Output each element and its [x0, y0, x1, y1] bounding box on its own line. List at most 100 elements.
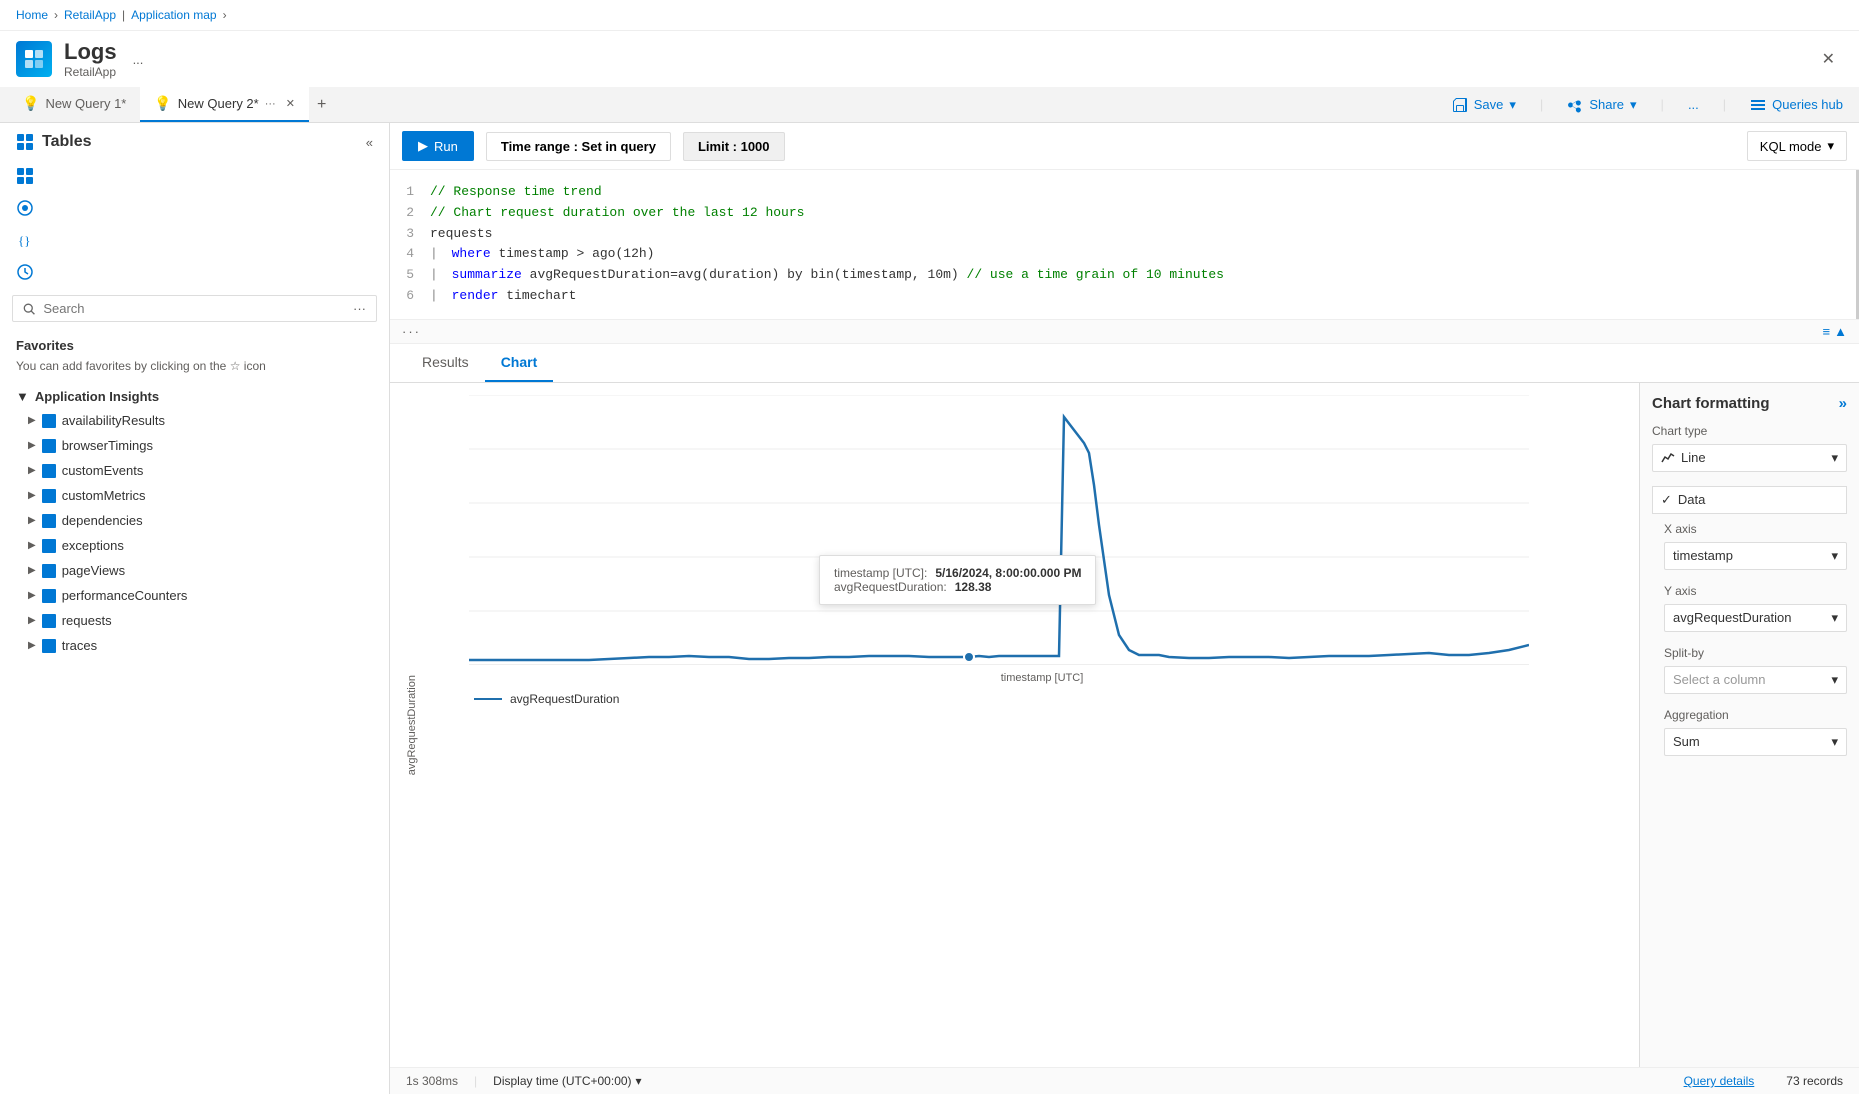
table-icon — [42, 639, 56, 653]
app-more-button[interactable]: ... — [133, 52, 144, 67]
code-line-6: 6 | render timechart — [390, 286, 1859, 307]
breadcrumb: Home › RetailApp | Application map › — [0, 0, 1859, 31]
time-range-button[interactable]: Time range : Set in query — [486, 132, 671, 161]
code-line-5: 5 | summarize avgRequestDuration=avg(dur… — [390, 265, 1859, 286]
code-line-2: 2 // Chart request duration over the las… — [390, 203, 1859, 224]
app-subtitle: RetailApp — [64, 65, 117, 79]
table-exceptions[interactable]: ▶ exceptions — [0, 533, 389, 558]
table-icon — [42, 614, 56, 628]
y-axis-label: Y axis — [1664, 584, 1847, 598]
chart-svg: 10,000 7,500 5,000 2,500 0 6:00 PM — [469, 395, 1529, 665]
tab-more-button[interactable]: ··· — [265, 98, 276, 110]
sidebar-nav-filter[interactable] — [8, 193, 381, 223]
code-line-4: 4 | where timestamp > ago(12h) — [390, 244, 1859, 265]
toolbar-more-button[interactable]: ... — [1680, 93, 1707, 116]
chart-svg-container: 10,000 7,500 5,000 2,500 0 6:00 PM — [469, 395, 1615, 684]
app-logo-icon — [16, 41, 52, 77]
code-line-3: 3 requests — [390, 224, 1859, 245]
save-button[interactable]: Save ▾ — [1444, 93, 1524, 117]
table-icon — [42, 464, 56, 478]
split-by-select[interactable]: Select a column ▾ — [1664, 666, 1847, 694]
align-icon[interactable]: ≡ — [1823, 324, 1831, 339]
breadcrumb-page[interactable]: Application map — [131, 8, 216, 22]
status-bar: 1s 308ms | Display time (UTC+00:00) ▾ Qu… — [390, 1067, 1859, 1094]
queries-hub-button[interactable]: Queries hub — [1742, 93, 1851, 117]
divider-bar: ··· ≡ ▲ — [390, 320, 1859, 344]
table-customMetrics[interactable]: ▶ customMetrics — [0, 483, 389, 508]
table-pageViews[interactable]: ▶ pageViews — [0, 558, 389, 583]
chart-legend: avgRequestDuration — [474, 692, 1615, 706]
app-header: Logs RetailApp ... ✕ — [0, 31, 1859, 87]
tab-new-query-1[interactable]: 💡 New Query 1* — [8, 87, 140, 122]
kql-mode-button[interactable]: KQL mode ▾ — [1747, 131, 1847, 161]
split-by-label: Split-by — [1664, 646, 1847, 660]
chart-type-select[interactable]: Line ▾ — [1652, 444, 1847, 472]
x-axis-section: X axis timestamp ▾ — [1652, 522, 1847, 570]
favorites-title: Favorites — [16, 338, 373, 353]
app-title: Logs — [64, 39, 117, 65]
chart-main: avgRequestDuration — [390, 383, 1639, 1067]
search-box: ··· — [12, 295, 377, 322]
code-editor[interactable]: 1 // Response time trend 2 // Chart requ… — [390, 170, 1859, 320]
y-axis-section: Y axis avgRequestDuration ▾ — [1652, 584, 1847, 632]
tab-bar: 💡 New Query 1* 💡 New Query 2* ··· ✕ + Sa… — [0, 87, 1859, 123]
search-input[interactable] — [43, 301, 345, 316]
collapse-editor-icon[interactable]: ▲ — [1834, 324, 1847, 339]
data-section-header[interactable]: ✓ Data — [1652, 486, 1847, 514]
y-axis-select[interactable]: avgRequestDuration ▾ — [1664, 604, 1847, 632]
breadcrumb-home[interactable]: Home — [16, 8, 48, 22]
main-layout: Tables « {} ··· Favorites — [0, 123, 1859, 1094]
results-section: Results Chart avgRequestDuration — [390, 344, 1859, 1094]
sidebar-nav-function[interactable]: {} — [8, 225, 381, 255]
share-button[interactable]: Share ▾ — [1559, 93, 1644, 117]
table-icon — [42, 564, 56, 578]
chart-type-label: Chart type — [1652, 424, 1847, 438]
x-axis-label: timestamp [UTC] — [469, 672, 1615, 684]
table-icon — [42, 489, 56, 503]
sidebar-nav-history[interactable] — [8, 257, 381, 287]
chart-formatting-panel: Chart formatting » Chart type Line ▾ — [1639, 383, 1859, 1067]
sidebar-collapse-button[interactable]: « — [366, 135, 373, 150]
close-button[interactable]: ✕ — [1814, 45, 1843, 73]
content-area: ▶ Run Time range : Set in query Limit : … — [390, 123, 1859, 1094]
favorites-desc: You can add favorites by clicking on the… — [16, 359, 373, 373]
table-list: ▶ availabilityResults ▶ browserTimings ▶… — [0, 408, 389, 1094]
tab-new-query-2[interactable]: 💡 New Query 2* ··· ✕ — [140, 87, 309, 122]
run-button[interactable]: ▶ Run — [402, 131, 474, 161]
table-customEvents[interactable]: ▶ customEvents — [0, 458, 389, 483]
chart-container: avgRequestDuration — [390, 383, 1859, 1067]
search-more-button[interactable]: ··· — [353, 301, 366, 316]
sidebar: Tables « {} ··· Favorites — [0, 123, 390, 1094]
results-tab[interactable]: Results — [406, 344, 485, 382]
table-icon — [42, 514, 56, 528]
search-icon — [23, 302, 35, 316]
panel-collapse-button[interactable]: » — [1839, 395, 1847, 412]
split-by-section: Split-by Select a column ▾ — [1652, 646, 1847, 694]
chart-panel-title: Chart formatting » — [1652, 395, 1847, 412]
table-icon — [42, 539, 56, 553]
results-tabs: Results Chart — [390, 344, 1859, 383]
chart-tab[interactable]: Chart — [485, 344, 554, 382]
code-line-1: 1 // Response time trend — [390, 182, 1859, 203]
breadcrumb-app[interactable]: RetailApp — [64, 8, 116, 22]
aggregation-select[interactable]: Sum ▾ — [1664, 728, 1847, 756]
table-browserTimings[interactable]: ▶ browserTimings — [0, 433, 389, 458]
aggregation-section: Aggregation Sum ▾ — [1652, 708, 1847, 756]
table-icon — [42, 414, 56, 428]
sidebar-header: Tables « — [0, 123, 389, 161]
limit-button[interactable]: Limit : 1000 — [683, 132, 785, 161]
table-traces[interactable]: ▶ traces — [0, 633, 389, 658]
add-tab-button[interactable]: + — [309, 92, 334, 118]
table-availabilityResults[interactable]: ▶ availabilityResults — [0, 408, 389, 433]
section-application-insights[interactable]: ▼ Application Insights — [0, 381, 389, 408]
table-performanceCounters[interactable]: ▶ performanceCounters — [0, 583, 389, 608]
query-toolbar: ▶ Run Time range : Set in query Limit : … — [390, 123, 1859, 170]
tab-close-button[interactable]: ✕ — [286, 97, 295, 110]
x-axis-select[interactable]: timestamp ▾ — [1664, 542, 1847, 570]
table-dependencies[interactable]: ▶ dependencies — [0, 508, 389, 533]
table-icon — [42, 439, 56, 453]
sidebar-nav-tables[interactable] — [8, 161, 381, 191]
tab-icon-2: 💡 — [154, 95, 171, 112]
chart-tooltip: timestamp [UTC]: 5/16/2024, 8:00:00.000 … — [819, 555, 1096, 605]
table-requests[interactable]: ▶ requests — [0, 608, 389, 633]
